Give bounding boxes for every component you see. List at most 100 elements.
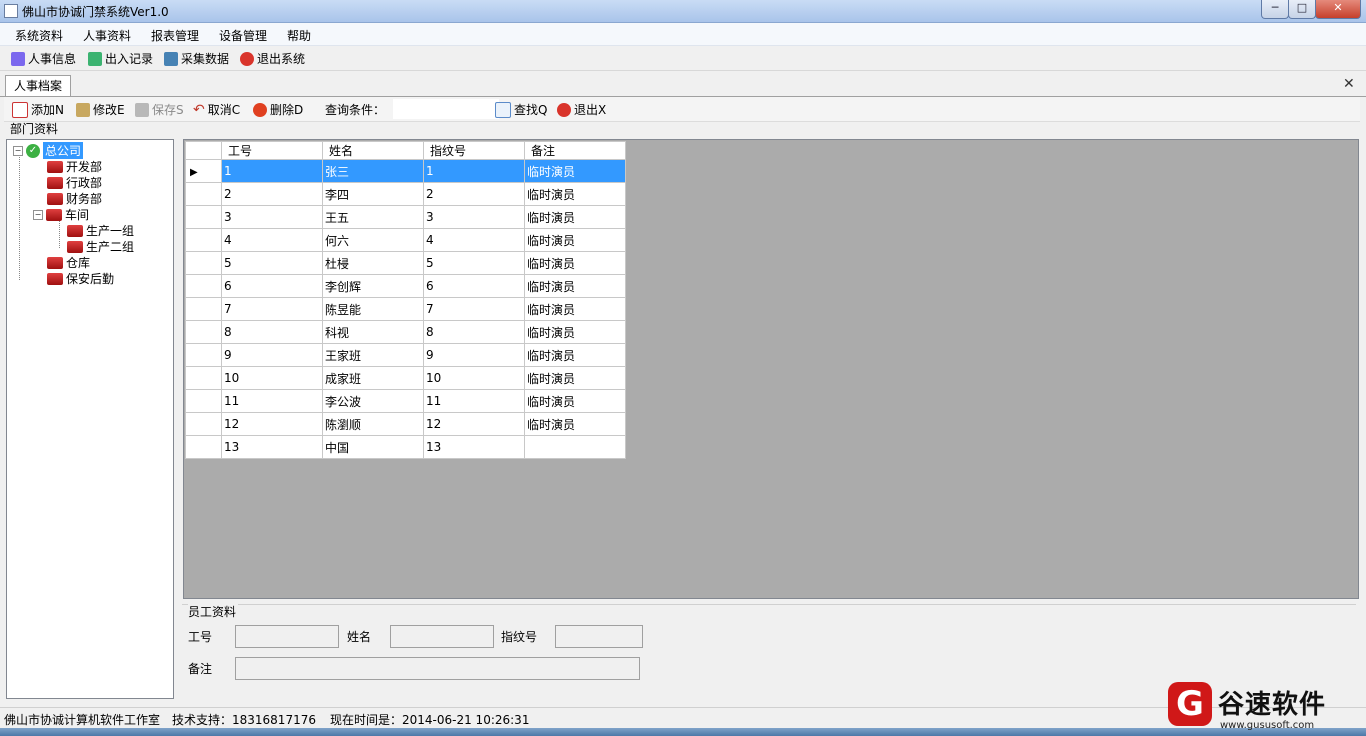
menu-personnel[interactable]: 人事资料	[83, 27, 131, 44]
cell-fingerprint[interactable]: 3	[423, 205, 525, 229]
employee-note-input[interactable]	[235, 657, 640, 680]
table-row[interactable]: 12 陈瀏顺 12 临时演员	[185, 412, 626, 436]
delete-button[interactable]: 删除D	[253, 101, 303, 118]
close-button[interactable]: ✕	[1315, 0, 1361, 19]
cell-name[interactable]: 李创辉	[322, 274, 424, 298]
tree-node-warehouse[interactable]: 仓库	[47, 254, 90, 271]
cell-note[interactable]: 临时演员	[524, 412, 626, 436]
cell-name[interactable]: 李四	[322, 182, 424, 206]
cell-fingerprint[interactable]: 12	[423, 412, 525, 436]
row-header[interactable]	[185, 182, 222, 206]
cell-name[interactable]: 王家班	[322, 343, 424, 367]
row-header[interactable]	[185, 435, 222, 459]
cell-id[interactable]: 8	[221, 320, 323, 344]
cell-note[interactable]: 临时演员	[524, 205, 626, 229]
cell-id[interactable]: 2	[221, 182, 323, 206]
cell-fingerprint[interactable]: 7	[423, 297, 525, 321]
cell-id[interactable]: 3	[221, 205, 323, 229]
table-row[interactable]: 4 何六 4 临时演员	[185, 228, 626, 252]
row-header[interactable]	[185, 343, 222, 367]
toolbar-collect-button[interactable]: 采集数据	[164, 50, 229, 67]
edit-button[interactable]: 修改E	[76, 101, 125, 118]
cell-id[interactable]: 7	[221, 297, 323, 321]
cell-name[interactable]: 李公波	[322, 389, 424, 413]
row-header[interactable]	[185, 228, 222, 252]
cell-note[interactable]: 临时演员	[524, 251, 626, 275]
table-row[interactable]: 8 科视 8 临时演员	[185, 320, 626, 344]
tree-node-finance[interactable]: 财务部	[47, 190, 102, 207]
row-header[interactable]	[185, 320, 222, 344]
row-header[interactable]	[185, 251, 222, 275]
dept-tree[interactable]: − ✓ 总公司 开发部 行政部 财务部 − 车间 生产一组 生产二组 仓库 保安…	[6, 139, 174, 699]
employee-fingerprint-input[interactable]	[555, 625, 643, 648]
maximize-button[interactable]: □	[1288, 0, 1316, 19]
cell-note[interactable]: 临时演员	[524, 320, 626, 344]
cell-name[interactable]: 中国	[322, 435, 424, 459]
search-input[interactable]	[393, 99, 499, 119]
cell-name[interactable]: 何六	[322, 228, 424, 252]
row-header[interactable]	[185, 297, 222, 321]
cell-name[interactable]: 王五	[322, 205, 424, 229]
cell-name[interactable]: 科视	[322, 320, 424, 344]
cell-note[interactable]: 临时演员	[524, 159, 626, 183]
table-row[interactable]: 9 王家班 9 临时演员	[185, 343, 626, 367]
cell-id[interactable]: 4	[221, 228, 323, 252]
tab-close-icon[interactable]: ✕	[1343, 76, 1355, 92]
cell-id[interactable]: 12	[221, 412, 323, 436]
tab-personnel-file[interactable]: 人事档案	[5, 75, 71, 96]
table-row[interactable]: 13 中国 13	[185, 435, 626, 459]
cell-note[interactable]	[524, 435, 626, 459]
menu-help[interactable]: 帮助	[287, 27, 311, 44]
cell-note[interactable]: 临时演员	[524, 297, 626, 321]
cell-fingerprint[interactable]: 9	[423, 343, 525, 367]
cell-id[interactable]: 11	[221, 389, 323, 413]
cell-note[interactable]: 临时演员	[524, 343, 626, 367]
menu-devices[interactable]: 设备管理	[219, 27, 267, 44]
cell-fingerprint[interactable]: 1	[423, 159, 525, 183]
tree-node-group2[interactable]: 生产二组	[67, 238, 134, 255]
toolbar-exit-button[interactable]: 退出系统	[240, 50, 305, 67]
cell-id[interactable]: 5	[221, 251, 323, 275]
tree-node-admin[interactable]: 行政部	[47, 174, 102, 191]
table-row[interactable]: ▶ 1 张三 1 临时演员	[185, 159, 626, 183]
cell-fingerprint[interactable]: 6	[423, 274, 525, 298]
save-button[interactable]: 保存S	[135, 101, 184, 118]
cell-name[interactable]: 杜梫	[322, 251, 424, 275]
cell-note[interactable]: 临时演员	[524, 182, 626, 206]
cell-fingerprint[interactable]: 5	[423, 251, 525, 275]
cell-fingerprint[interactable]: 10	[423, 366, 525, 390]
row-header[interactable]: ▶	[185, 159, 222, 183]
cell-id[interactable]: 10	[221, 366, 323, 390]
cell-note[interactable]: 临时演员	[524, 274, 626, 298]
cell-fingerprint[interactable]: 2	[423, 182, 525, 206]
column-header-id[interactable]: 工号	[221, 141, 323, 160]
table-row[interactable]: 7 陈昱能 7 临时演员	[185, 297, 626, 321]
menu-system[interactable]: 系统资料	[15, 27, 63, 44]
tree-node-workshop[interactable]: − 车间	[33, 206, 89, 223]
table-row[interactable]: 10 成家班 10 临时演员	[185, 366, 626, 390]
cell-note[interactable]: 临时演员	[524, 228, 626, 252]
column-header-fingerprint[interactable]: 指纹号	[423, 141, 525, 160]
cell-name[interactable]: 张三	[322, 159, 424, 183]
menu-reports[interactable]: 报表管理	[151, 27, 199, 44]
row-header[interactable]	[185, 412, 222, 436]
collapse-icon[interactable]: −	[13, 145, 23, 156]
cell-note[interactable]: 临时演员	[524, 366, 626, 390]
table-row[interactable]: 6 李创辉 6 临时演员	[185, 274, 626, 298]
tree-node-group1[interactable]: 生产一组	[67, 222, 134, 239]
tree-node-security[interactable]: 保安后勤	[47, 270, 114, 287]
add-button[interactable]: 添加N	[12, 101, 64, 118]
toolbar-records-button[interactable]: 出入记录	[88, 50, 153, 67]
row-header[interactable]	[185, 366, 222, 390]
employee-name-input[interactable]	[390, 625, 494, 648]
cell-name[interactable]: 成家班	[322, 366, 424, 390]
cell-note[interactable]: 临时演员	[524, 389, 626, 413]
find-button[interactable]: 查找Q	[495, 101, 547, 118]
toolbar-personnel-button[interactable]: 人事信息	[11, 50, 76, 67]
cell-fingerprint[interactable]: 11	[423, 389, 525, 413]
table-row[interactable]: 3 王五 3 临时演员	[185, 205, 626, 229]
cell-name[interactable]: 陈瀏顺	[322, 412, 424, 436]
cell-fingerprint[interactable]: 13	[423, 435, 525, 459]
row-header[interactable]	[185, 274, 222, 298]
cancel-button[interactable]: ↶ 取消C	[193, 101, 240, 118]
